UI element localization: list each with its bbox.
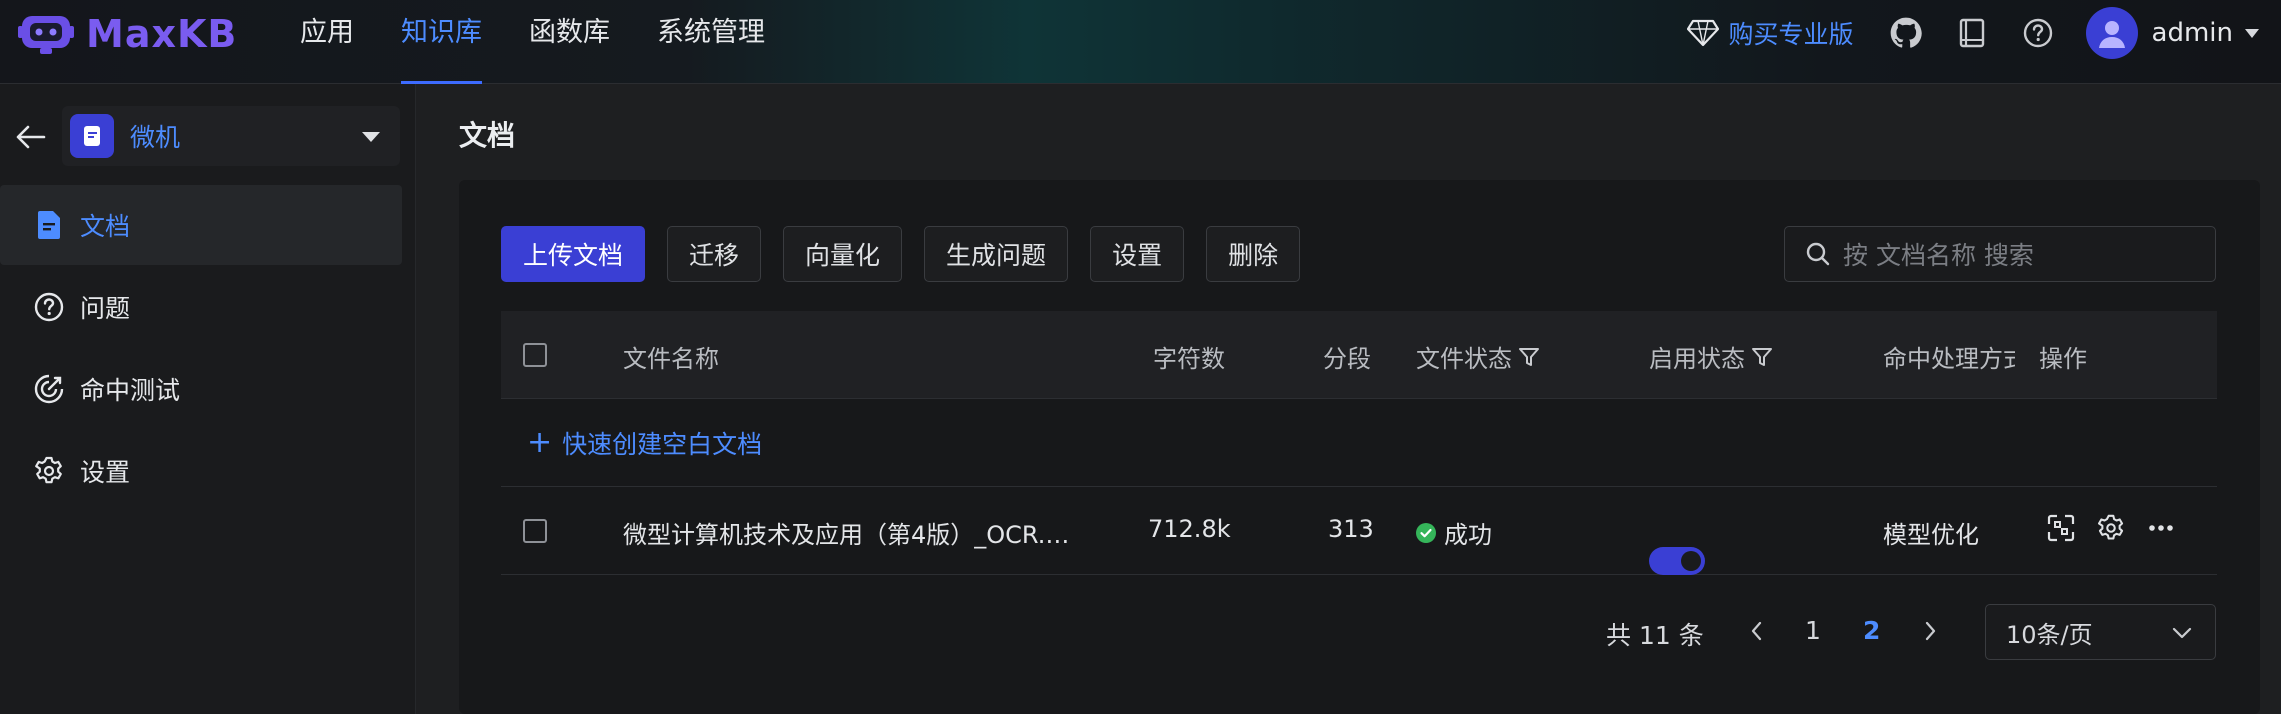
filter-icon[interactable]: [1518, 346, 1540, 368]
column-file-status[interactable]: 文件状态: [1416, 339, 1540, 374]
caret-down-icon: [362, 132, 380, 142]
header-actions: 购买专业版 admin: [1686, 0, 2281, 66]
app-logo[interactable]: MaxKB: [18, 12, 237, 56]
page-1[interactable]: 1: [1805, 616, 1821, 645]
sidebar-item-questions[interactable]: 问题: [0, 267, 402, 347]
knowledge-base-name: 微机: [130, 123, 181, 152]
search-placeholder: 按 文档名称 搜索: [1843, 241, 2034, 270]
user-name[interactable]: admin: [2152, 18, 2233, 48]
page-size-value: 10条/页: [2006, 620, 2093, 649]
document-toolbar: 上传文档 迁移 向量化 生成问题 设置 删除: [501, 226, 1322, 282]
target-icon: [32, 372, 66, 406]
column-hit-handling: 命中处理方式: [1883, 345, 2015, 373]
documents-table: 文件名称 字符数 分段 文件状态 启用状态 命中处理方式 操作 + 快速创建空白…: [501, 311, 2217, 575]
column-segments: 分段: [1323, 345, 1371, 373]
document-file-status: 成功: [1416, 515, 1492, 550]
buy-pro-label: 购买专业版: [1728, 20, 1854, 49]
column-enabled-status[interactable]: 启用状态: [1649, 339, 1773, 374]
search-icon: [1806, 242, 1830, 266]
help-icon[interactable]: [2020, 15, 2056, 51]
document-char-count: 712.8k: [1148, 515, 1231, 543]
generate-questions-button[interactable]: 生成问题: [924, 226, 1069, 282]
app-name: MaxKB: [86, 12, 238, 56]
row-settings-gear-icon[interactable]: [2096, 513, 2126, 543]
table-header: 文件名称 字符数 分段 文件状态 启用状态 命中处理方式 操作: [501, 311, 2217, 399]
column-char-count: 字符数: [1153, 345, 1225, 373]
sidebar: 微机 文档 问题 命中测试 设置: [0, 84, 416, 714]
filter-icon[interactable]: [1751, 346, 1773, 368]
row-checkbox[interactable]: [523, 519, 547, 543]
document-name[interactable]: 微型计算机技术及应用（第4版）_OCR.…: [623, 515, 1069, 550]
delete-button[interactable]: 删除: [1206, 226, 1301, 282]
gear-icon: [32, 454, 66, 488]
robot-logo-icon: [18, 12, 74, 56]
column-actions: 操作: [2039, 345, 2087, 373]
sidebar-item-label: 命中测试: [80, 376, 181, 405]
sidebar-item-label: 设置: [80, 458, 131, 487]
upload-document-button[interactable]: 上传文档: [501, 226, 646, 282]
column-file-name: 文件名称: [623, 345, 719, 373]
back-arrow-icon[interactable]: [14, 120, 48, 154]
github-icon[interactable]: [1888, 15, 1924, 51]
nav-knowledge-base[interactable]: 知识库: [401, 0, 482, 84]
vectorize-button[interactable]: 向量化: [783, 226, 903, 282]
knowledge-base-icon: [70, 114, 114, 158]
settings-button[interactable]: 设置: [1090, 226, 1185, 282]
nav-apps[interactable]: 应用: [300, 0, 354, 84]
file-status-label: 成功: [1444, 521, 1492, 549]
question-icon: [32, 290, 66, 324]
page-title: 文档: [459, 119, 516, 152]
column-file-status-label: 文件状态: [1416, 345, 1512, 373]
diamond-icon: [1686, 19, 1719, 47]
sidebar-item-settings[interactable]: 设置: [0, 431, 402, 511]
next-page-chevron-icon[interactable]: [1919, 618, 1941, 650]
more-icon[interactable]: [2146, 513, 2176, 543]
success-check-icon: [1416, 522, 1436, 543]
knowledge-base-selector[interactable]: 微机: [62, 106, 400, 166]
book-icon[interactable]: [1954, 15, 1990, 51]
document-segments: 313: [1328, 515, 1374, 543]
total-count: 共 11 条: [1606, 621, 1704, 650]
chevron-down-icon: [2172, 627, 2192, 639]
pagination: 共 11 条 1 2 10条/页: [459, 604, 2260, 660]
column-enabled-status-label: 启用状态: [1649, 345, 1745, 373]
main-nav: 应用 知识库 函数库 系统管理: [300, 0, 812, 84]
page-size-select[interactable]: 10条/页: [1985, 604, 2216, 660]
document-icon: [32, 208, 66, 242]
user-avatar[interactable]: [2085, 7, 2138, 59]
migrate-button[interactable]: 迁移: [667, 226, 762, 282]
table-row[interactable]: 微型计算机技术及应用（第4版）_OCR.… 712.8k 313 成功 模型优化: [501, 487, 2217, 575]
nav-function-library[interactable]: 函数库: [529, 0, 610, 84]
sidebar-menu: 文档 问题 命中测试 设置: [0, 185, 402, 513]
page-2[interactable]: 2: [1863, 616, 1880, 645]
top-header: MaxKB 应用 知识库 函数库 系统管理 购买专业版 admin: [0, 0, 2281, 84]
plus-icon: +: [527, 425, 553, 460]
search-input[interactable]: 按 文档名称 搜索: [1784, 226, 2216, 282]
nav-system-management[interactable]: 系统管理: [657, 0, 765, 84]
buy-pro-link[interactable]: 购买专业版: [1686, 15, 1854, 51]
prev-page-chevron-icon[interactable]: [1746, 618, 1768, 650]
user-menu-caret-icon[interactable]: [2245, 28, 2259, 38]
enable-toggle[interactable]: [1649, 546, 1705, 575]
sidebar-item-label: 问题: [80, 294, 131, 323]
documents-card: 上传文档 迁移 向量化 生成问题 设置 删除 按 文档名称 搜索 文件名称 字符…: [459, 180, 2260, 714]
quick-create-label: 快速创建空白文档: [562, 429, 763, 459]
select-all-checkbox[interactable]: [523, 343, 547, 367]
sidebar-item-label: 文档: [80, 212, 131, 241]
sidebar-item-documents[interactable]: 文档: [0, 185, 402, 265]
quick-create-row[interactable]: + 快速创建空白文档: [501, 399, 2217, 487]
sync-icon[interactable]: [2046, 513, 2076, 543]
row-actions: [2046, 513, 2196, 543]
sidebar-item-hit-test[interactable]: 命中测试: [0, 349, 402, 429]
document-hit-handling: 模型优化: [1883, 521, 1979, 549]
user-icon: [2098, 21, 2125, 48]
